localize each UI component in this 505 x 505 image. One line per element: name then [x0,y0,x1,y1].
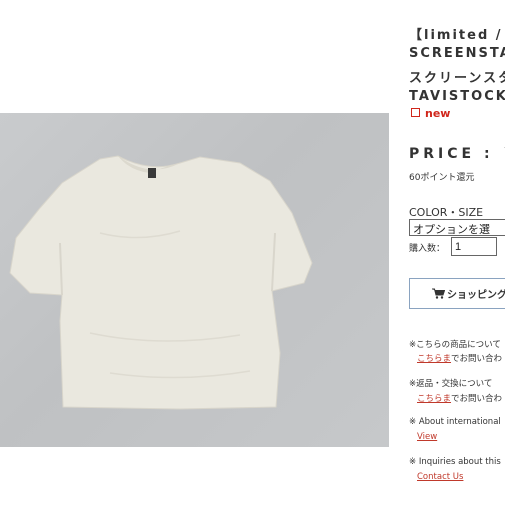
price-label: PRICE : ￥ [409,146,505,162]
contact-link[interactable]: こちらま [417,354,451,364]
note-item-international: ※ About international [409,417,501,427]
note-link-suffix: でお問い合わ [451,394,503,404]
note-item-inquiries: ※ Inquiries about this [409,457,501,467]
quantity-input[interactable] [451,237,497,256]
new-badge-icon [411,108,420,117]
option-select[interactable]: オプションを選 [409,219,505,236]
view-link[interactable]: View [417,432,437,442]
note-link-row-inquiry: こちらまでお問い合わ [417,352,502,364]
add-to-cart-button[interactable]: ショッピング [409,278,505,309]
new-badge: new [411,107,450,120]
product-info-panel: 【limited / 再 SCREENSTA スクリーンスタ TAVISTOCK… [409,0,505,505]
note-link-suffix: でお問い合わ [451,354,503,364]
product-title-line-1: 【limited / 再 [409,28,505,43]
product-title-line-3: スクリーンスタ [409,71,505,86]
product-title-line-4: TAVISTOCK [409,89,505,104]
t-shirt-image [9,155,313,410]
label-tag [148,168,156,178]
note-link-row-returns: こちらまでお問い合わ [417,392,502,404]
note-item-returns: ※返品・交換について [409,379,493,389]
note-item-inquiry: ※こちらの商品について [409,340,501,350]
cart-button-label: ショッピング [447,290,505,301]
product-photo[interactable] [0,113,389,447]
option-label: COLOR・SIZE [409,206,484,219]
contact-us-link[interactable]: Contact Us [417,472,463,482]
note-link-row-international: View [417,432,437,442]
points-text: 60ポイント還元 [409,173,475,183]
cart-icon [432,288,445,299]
product-title-line-2: SCREENSTA [409,46,505,61]
quantity-label: 購入数： [409,244,446,254]
returns-link[interactable]: こちらま [417,394,451,404]
note-link-row-inquiries: Contact Us [417,472,463,482]
new-badge-label: new [425,107,451,120]
